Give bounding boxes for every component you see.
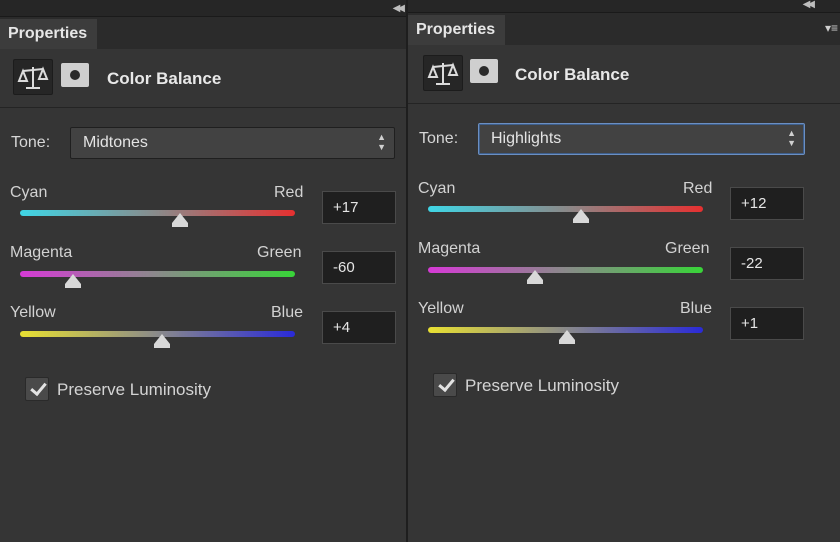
adjustment-header: Color Balance xyxy=(408,45,840,103)
adjustment-title: Color Balance xyxy=(515,65,630,84)
preserve-luminosity-checkbox[interactable] xyxy=(433,373,457,397)
adjustment-title: Color Balance xyxy=(107,69,222,88)
cyan-red-slider-thumb[interactable] xyxy=(573,209,589,223)
slider-right-label-blue: Blue xyxy=(271,304,304,321)
divider xyxy=(0,107,406,108)
tone-select[interactable]: Midtones ▲ ▼ xyxy=(70,127,395,159)
layer-mask-icon[interactable] xyxy=(470,59,498,83)
yellow-blue-slider-thumb[interactable] xyxy=(559,330,575,344)
slider-right-label-green: Green xyxy=(665,240,710,257)
slider-left-label-yellow: Yellow xyxy=(10,304,56,321)
preserve-luminosity-checkbox[interactable] xyxy=(25,377,49,401)
cyan-red-value-input[interactable]: +17 xyxy=(322,191,396,224)
tab-properties[interactable]: Properties xyxy=(408,15,506,45)
preserve-luminosity-label: Preserve Luminosity xyxy=(465,376,620,395)
panel-menu-icon[interactable]: ▾≡ xyxy=(825,21,838,35)
magenta-green-slider-thumb[interactable] xyxy=(527,270,543,284)
cyan-red-slider-track[interactable] xyxy=(20,210,295,216)
magenta-green-value-input[interactable]: -60 xyxy=(322,251,396,284)
slider-right-label-red: Red xyxy=(274,184,304,201)
slider-left-label-magenta: Magenta xyxy=(418,240,481,257)
tone-label: Tone: xyxy=(419,130,459,147)
divider xyxy=(408,103,840,104)
color-balance-adjustment-button[interactable] xyxy=(423,55,463,91)
tab-properties[interactable]: Properties xyxy=(0,19,98,49)
magenta-green-slider-track[interactable] xyxy=(20,271,295,277)
magenta-green-slider-track[interactable] xyxy=(428,267,703,273)
collapse-panels-icon[interactable]: ◀◀ xyxy=(393,3,406,14)
slider-right-label-red: Red xyxy=(683,180,713,197)
select-arrows-icon: ▲ ▼ xyxy=(787,128,796,148)
preserve-luminosity-label: Preserve Luminosity xyxy=(57,380,212,399)
yellow-blue-value-input[interactable]: +4 xyxy=(322,311,396,344)
color-balance-adjustment-button[interactable] xyxy=(13,59,53,95)
tone-label: Tone: xyxy=(11,134,51,151)
properties-panel-right: ◀◀ Properties ▾≡ Color Balance Tone: Hig… xyxy=(408,0,840,542)
properties-panel-left: ◀◀ Properties Color Balance Tone: Midton… xyxy=(0,0,406,542)
cyan-red-value-input[interactable]: +12 xyxy=(730,187,804,220)
adjustment-header: Color Balance xyxy=(0,49,406,107)
slider-left-label-yellow: Yellow xyxy=(418,300,464,317)
panel-topbar: ◀◀ xyxy=(0,0,406,17)
slider-left-label-cyan: Cyan xyxy=(418,180,456,197)
slider-right-label-blue: Blue xyxy=(680,300,713,317)
tone-select-value: Highlights xyxy=(491,130,562,147)
slider-left-label-cyan: Cyan xyxy=(10,184,48,201)
slider-left-label-magenta: Magenta xyxy=(10,244,73,261)
select-arrows-icon: ▲ ▼ xyxy=(377,132,386,152)
cyan-red-slider-track[interactable] xyxy=(428,206,703,212)
tone-select[interactable]: Highlights ▲ ▼ xyxy=(478,123,805,155)
collapse-panels-icon[interactable]: ◀◀ xyxy=(803,0,816,10)
tab-row: Properties ▾≡ xyxy=(408,13,840,45)
panel-topbar: ◀◀ xyxy=(408,0,840,13)
magenta-green-value-input[interactable]: -22 xyxy=(730,247,804,280)
tab-row: Properties xyxy=(0,17,406,49)
yellow-blue-value-input[interactable]: +1 xyxy=(730,307,804,340)
layer-mask-icon[interactable] xyxy=(61,63,89,87)
slider-right-label-green: Green xyxy=(257,244,302,261)
scales-balance-icon xyxy=(427,62,459,85)
tone-select-value: Midtones xyxy=(83,134,148,151)
magenta-green-slider-thumb[interactable] xyxy=(65,274,81,288)
yellow-blue-slider-thumb[interactable] xyxy=(154,334,170,348)
cyan-red-slider-thumb[interactable] xyxy=(172,213,188,227)
scales-balance-icon xyxy=(17,66,49,89)
